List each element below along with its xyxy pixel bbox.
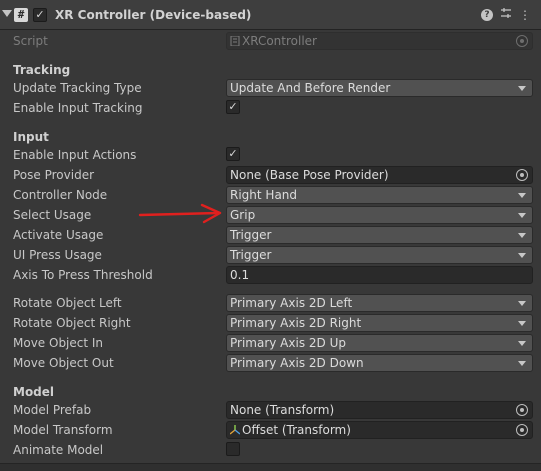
select-usage-label: Select Usage (13, 208, 92, 222)
model-transform-value: Offset (Transform) (242, 423, 351, 437)
activate-usage-label: Activate Usage (13, 228, 104, 242)
help-icon[interactable]: ? (481, 9, 493, 21)
object-picker-icon[interactable] (516, 404, 528, 416)
rotate-right-value: Primary Axis 2D Right (230, 316, 362, 330)
model-prefab-value: None (Transform) (230, 403, 335, 417)
select-usage-dropdown[interactable]: Grip (226, 206, 533, 224)
object-picker-icon[interactable] (516, 35, 528, 47)
rotate-right-dropdown[interactable]: Primary Axis 2D Right (226, 314, 533, 332)
move-out-dropdown[interactable]: Primary Axis 2D Down (226, 354, 533, 372)
model-transform-field[interactable]: Offset (Transform) (226, 421, 533, 439)
axis-threshold-label: Axis To Press Threshold (13, 268, 153, 282)
enable-input-actions-checkbox[interactable]: ✓ (226, 147, 240, 161)
context-menu-icon[interactable]: ⋮ (517, 7, 533, 23)
object-picker-icon[interactable] (516, 424, 528, 436)
presets-sliders-icon[interactable] (498, 7, 514, 23)
annotation-arrow-icon (138, 203, 222, 224)
input-heading: Input (13, 130, 49, 144)
axis-threshold-field[interactable]: 0.1 (226, 266, 533, 284)
move-out-value: Primary Axis 2D Down (230, 356, 364, 370)
script-component-icon: # (14, 8, 28, 22)
component-enabled-checkbox[interactable]: ✓ (33, 8, 47, 22)
pose-provider-label: Pose Provider (13, 168, 95, 182)
axis-threshold-value: 0.1 (230, 268, 250, 282)
controller-node-dropdown[interactable]: Right Hand (226, 186, 533, 204)
tracking-heading: Tracking (13, 63, 71, 77)
rotate-left-value: Primary Axis 2D Left (230, 296, 353, 310)
script-label: Script (13, 34, 48, 48)
transform-axes-icon (229, 423, 241, 435)
controller-node-value: Right Hand (230, 188, 298, 202)
update-tracking-type-label: Update Tracking Type (13, 81, 142, 95)
script-file-icon (230, 34, 240, 47)
enable-input-tracking-label: Enable Input Tracking (13, 101, 143, 115)
activate-usage-value: Trigger (230, 228, 272, 242)
chevron-down-icon (518, 86, 526, 91)
ui-press-usage-dropdown[interactable]: Trigger (226, 246, 533, 264)
chevron-down-icon (518, 321, 526, 326)
activate-usage-dropdown[interactable]: Trigger (226, 226, 533, 244)
next-component-strip (0, 463, 541, 471)
component-title: XR Controller (Device-based) (55, 8, 252, 22)
move-in-dropdown[interactable]: Primary Axis 2D Up (226, 334, 533, 352)
script-value: XRController (242, 34, 317, 48)
move-in-label: Move Object In (13, 336, 104, 350)
chevron-down-icon (518, 301, 526, 306)
component-header: # ✓ XR Controller (Device-based) ? ⋮ (0, 0, 541, 30)
ui-press-usage-value: Trigger (230, 248, 272, 262)
model-prefab-field[interactable]: None (Transform) (226, 401, 533, 419)
pose-provider-field[interactable]: None (Base Pose Provider) (226, 166, 533, 184)
rotate-left-label: Rotate Object Left (13, 296, 122, 310)
ui-press-usage-label: UI Press Usage (13, 248, 102, 262)
move-in-value: Primary Axis 2D Up (230, 336, 346, 350)
chevron-down-icon (518, 233, 526, 238)
chevron-down-icon (518, 193, 526, 198)
chevron-down-icon (518, 253, 526, 258)
chevron-down-icon (518, 341, 526, 346)
animate-model-label: Animate Model (13, 443, 104, 457)
select-usage-value: Grip (230, 208, 256, 222)
move-out-label: Move Object Out (13, 356, 114, 370)
pose-provider-value: None (Base Pose Provider) (230, 168, 389, 182)
enable-input-actions-label: Enable Input Actions (13, 148, 137, 162)
chevron-down-icon (518, 213, 526, 218)
model-heading: Model (13, 385, 55, 399)
chevron-down-icon (518, 361, 526, 366)
script-field[interactable]: XRController (226, 32, 533, 50)
animate-model-checkbox[interactable] (226, 442, 240, 456)
object-picker-icon[interactable] (516, 169, 528, 181)
controller-node-label: Controller Node (13, 188, 108, 202)
rotate-left-dropdown[interactable]: Primary Axis 2D Left (226, 294, 533, 312)
model-transform-label: Model Transform (13, 423, 113, 437)
foldout-arrow-icon[interactable] (2, 10, 12, 17)
update-tracking-type-value: Update And Before Render (230, 81, 391, 95)
enable-input-tracking-checkbox[interactable]: ✓ (226, 100, 240, 114)
model-prefab-label: Model Prefab (13, 403, 92, 417)
rotate-right-label: Rotate Object Right (13, 316, 131, 330)
update-tracking-type-dropdown[interactable]: Update And Before Render (226, 79, 533, 97)
